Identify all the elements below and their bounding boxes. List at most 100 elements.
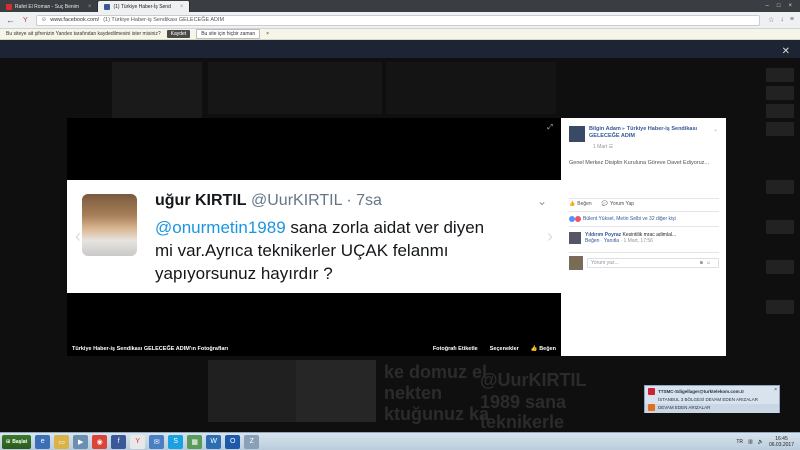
windows-logo-icon: ⊞ [6,438,11,445]
start-label: Başlat [12,438,28,445]
likes-summary[interactable]: Bülent Yüksel, Metin Selbi ve 32 diğer k… [569,216,676,222]
folder-icon[interactable]: ▭ [54,434,70,449]
download-icon[interactable]: ↓ [780,16,784,24]
author-name-link[interactable]: Bilgin Adam [589,126,621,132]
email-notification[interactable]: × TTSMC-Sdigellager@turktelekom.com.tr İ… [644,385,780,413]
volume-icon[interactable]: 🔈 [758,439,764,445]
thumbs-up-icon: 👍 [530,346,540,352]
feed-thumb [208,360,304,422]
comment-time: 1 Mart, 17:56 [623,238,653,244]
chrome-icon[interactable]: ◉ [92,434,108,449]
notification-preview: DEVAM EDEN ARIZALAR [658,405,711,410]
close-icon[interactable]: × [88,4,92,10]
divider [569,198,719,199]
author-avatar[interactable] [569,126,585,142]
mail-icon [648,388,655,395]
user-avatar [569,256,583,270]
close-icon[interactable]: × [774,387,777,393]
tag-photo-link[interactable]: Fotoğrafı Etiketle [433,346,478,352]
yandex-browser-icon[interactable]: Y [130,434,146,449]
comment-button[interactable]: 💬 Yorum Yap [602,201,634,207]
notification-subject: İSTANBUL 3 BÖLGESİ DEVAM EDEN ARIZALAR [658,397,758,402]
url-host: www.facebook.com/ [50,17,100,23]
yandex-icon[interactable]: Y [23,17,28,24]
comment-meta: Beğen · Yanıtla · 1 Mart, 17:56 [585,238,653,244]
background-text: nekten [384,383,443,403]
background-text: 1989 sana [480,392,567,412]
love-reaction-icon [575,216,581,222]
close-icon[interactable]: × [266,31,269,37]
zte-icon[interactable]: Z [244,434,260,449]
album-caption[interactable]: Türkiye Haber-iş Sendikası GELECEĞE ADIM… [72,346,228,352]
emoji-icon[interactable]: ☺ [706,260,711,266]
tweet-avatar [82,194,137,256]
menu-icon[interactable]: ≡ [790,16,794,24]
sidebar-thumb [766,300,794,314]
skype-icon[interactable]: S [168,434,184,449]
camera-icon[interactable]: ◙ [700,260,703,266]
facebook-app-icon[interactable]: f [111,434,127,449]
background-text: @UurKIRTIL [480,370,587,390]
back-arrow-icon[interactable]: ← [6,15,15,25]
word-icon[interactable]: W [206,434,222,449]
tab-label: (1) Türkiye Haber-İş Send [113,3,171,10]
toolbar-icons: ☆ ↓ ≡ [768,16,794,24]
calculator-icon[interactable]: ▦ [187,434,203,449]
feed-thumb [296,360,376,422]
sidebar-thumb [766,104,794,118]
address-bar: ← Y ⊘ www.facebook.com/ (1) Türkiye Habe… [0,12,800,29]
clock[interactable]: 16:45 06.03.2017 [769,436,794,448]
like-photo-link[interactable]: 👍 Beğen [531,346,556,352]
audience-icon: ☰ [608,144,614,150]
password-infobar: Bu siteye ait şifrenizin Yandex tarafınd… [0,29,800,40]
post-date-link[interactable]: 1 Mart [593,144,607,150]
minimize-icon[interactable]: – [766,3,769,9]
fullscreen-icon[interactable]: ⤢ [547,124,553,132]
network-icon[interactable]: ▥ [748,439,753,445]
previous-photo-icon[interactable]: ‹ [75,226,81,247]
thumbs-up-icon: 👍 [569,201,576,207]
close-icon[interactable]: × [180,4,184,10]
post-date: 1 Mart ☰ [593,144,613,150]
language-indicator[interactable]: TR [736,439,743,445]
url-field[interactable]: ⊘ www.facebook.com/ (1) Türkiye Haber-iş… [35,14,761,26]
browser-tab-facebook[interactable]: (1) Türkiye Haber-İş Send × [98,1,191,12]
maximize-icon[interactable]: □ [777,3,781,9]
tweet-screenshot: uğur KIRTIL @UurKIRTIL · 7sa ⌄ @onurmeti… [67,180,561,293]
ie-icon[interactable]: e [35,434,51,449]
next-photo-icon[interactable]: › [547,226,553,247]
comment-like-link[interactable]: Beğen [585,238,599,244]
likes-text: Bülent Yüksel, Metin Selbi ve 32 diğer k… [583,216,676,222]
tweet-mention: @onurmetin1989 [155,218,286,237]
youtube-icon [6,3,12,10]
notification-row: DEVAM EDEN ARIZALAR [645,404,779,413]
sidebar-thumb [766,68,794,82]
save-password-button[interactable]: Kaydet [166,30,191,38]
outlook-app-icon[interactable]: O [225,434,241,449]
post-text: Genel Merkez Disiplin Kuruluna Göreve Da… [569,160,710,166]
outlook-icon[interactable]: ✉ [149,434,165,449]
options-link[interactable]: Seçenekler [490,346,519,352]
like-label: Beğen [539,346,556,352]
photo-info-panel: Bilgin Adam ▸ Türkiye Haber-iş Sendikası… [561,118,726,356]
photo-viewer: ⤢ uğur KIRTIL @UurKIRTIL · 7sa ⌄ @onurme… [67,118,561,356]
feed-block [386,62,556,114]
start-button[interactable]: ⊞ Başlat [2,434,32,449]
flag-icon [648,404,655,411]
divider [569,226,719,227]
sidebar-thumb [766,260,794,274]
commenter-avatar[interactable] [569,232,581,244]
like-button[interactable]: 👍 Beğen [569,201,592,207]
close-window-icon[interactable]: × [788,3,792,9]
feed-block [208,62,382,114]
bookmark-icon[interactable]: ☆ [768,16,774,24]
notification-sender: TTSMC-Sdigellager@turktelekom.com.tr [658,389,745,394]
browser-tab-youtube[interactable]: Rafet El Roman - Suç Benim × [0,1,99,12]
close-viewer-icon[interactable]: ✕ [782,46,790,57]
comment-reply-link[interactable]: Yanıtla [604,238,619,244]
tweet-line-2: mi var.Ayrıca teknikerler UÇAK felanmı [155,241,449,260]
chevron-down-icon[interactable]: ⌄ [713,126,718,133]
media-icon[interactable]: ▶ [73,434,89,449]
never-save-button[interactable]: Bu site için hiçbir zaman [196,29,261,39]
composer-icons: ◙ ☺ [700,260,711,266]
